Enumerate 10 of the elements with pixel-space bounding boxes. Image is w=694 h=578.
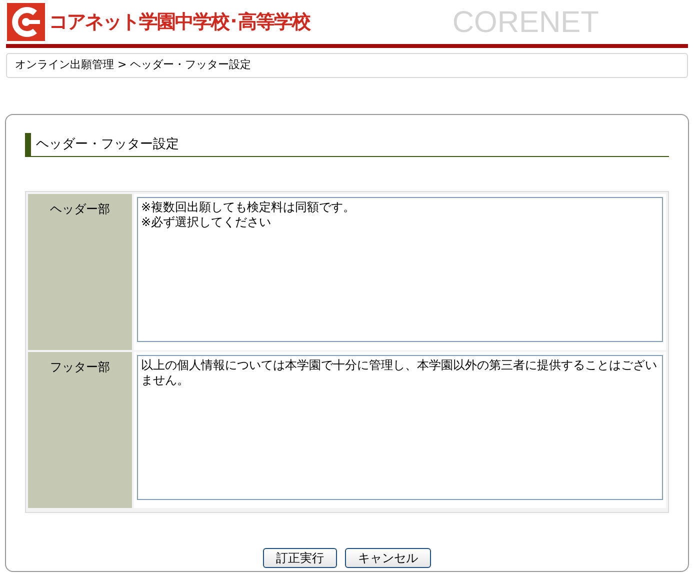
text-area[interactable]: 以上の個人情報については本学園で十分に管理し、本学園以外の第三者に提供することはございません。	[137, 355, 663, 500]
section-title: ヘッダー・フッター設定	[25, 132, 669, 157]
text-area[interactable]: ※複数回出願しても検定料は同額です。 ※必ず選択してください	[137, 197, 663, 342]
breadcrumb: オンライン出願管理 > ヘッダー・フッター設定	[6, 53, 688, 78]
field-label: フッター部	[28, 352, 132, 508]
field-label: ヘッダー部	[28, 194, 132, 350]
logo-icon	[7, 3, 45, 41]
action-button[interactable]: 訂正実行	[263, 548, 337, 568]
action-button[interactable]: キャンセル	[345, 548, 431, 568]
school-name: コアネット学園中学校･高等学校	[49, 10, 310, 35]
